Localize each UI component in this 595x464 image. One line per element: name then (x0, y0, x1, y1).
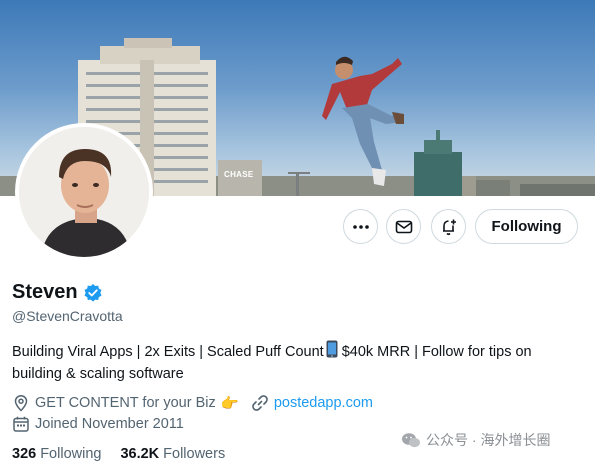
banner-sign-text: CHASE (224, 170, 254, 179)
followers-label: Followers (163, 446, 226, 462)
user-handle: @StevenCravotta (12, 308, 123, 324)
message-button[interactable] (386, 209, 421, 244)
profile-bio: Building Viral Apps | 2x Exits | Scaled … (12, 340, 582, 384)
following-count: 326 (12, 446, 37, 462)
calendar-icon (12, 415, 30, 433)
verified-badge-icon (83, 283, 103, 303)
bio-text-part1: Building Viral Apps | 2x Exits | Scaled … (12, 344, 324, 360)
profile-meta-row: GET CONTENT for your Biz 👉 postedapp.com (12, 394, 373, 412)
wechat-icon (401, 432, 421, 449)
name-row: Steven (12, 281, 103, 304)
mobile-phone-icon (326, 340, 338, 364)
followers-count: 36.2K (120, 446, 160, 462)
following-button[interactable]: Following (475, 209, 578, 244)
location-pin-icon (12, 394, 30, 412)
joined-date: Joined November 2011 (35, 416, 184, 432)
watermark: 公众号 · 海外增长圈 (401, 430, 550, 450)
pointing-hand-emoji: 👉 (220, 395, 239, 412)
link-icon (251, 394, 269, 412)
profile-location: GET CONTENT for your Biz (35, 395, 216, 411)
joined-row: Joined November 2011 (12, 415, 184, 433)
more-button[interactable] (343, 209, 378, 244)
more-dots-icon (352, 218, 370, 236)
watermark-text: 公众号 · 海外增长圈 (426, 432, 551, 448)
following-label: Following (40, 446, 102, 462)
avatar-photo (19, 127, 149, 257)
envelope-icon (395, 218, 413, 236)
avatar[interactable] (15, 123, 153, 261)
display-name: Steven (12, 281, 78, 303)
following-stat-link[interactable]: 326 Following (12, 446, 101, 462)
follow-stats: 326 Following 36.2K Followers (12, 446, 225, 462)
notify-button[interactable] (431, 209, 466, 244)
bell-plus-icon (440, 218, 458, 236)
followers-stat-link[interactable]: 36.2K Followers (120, 446, 225, 462)
profile-website-link[interactable]: postedapp.com (274, 395, 373, 411)
